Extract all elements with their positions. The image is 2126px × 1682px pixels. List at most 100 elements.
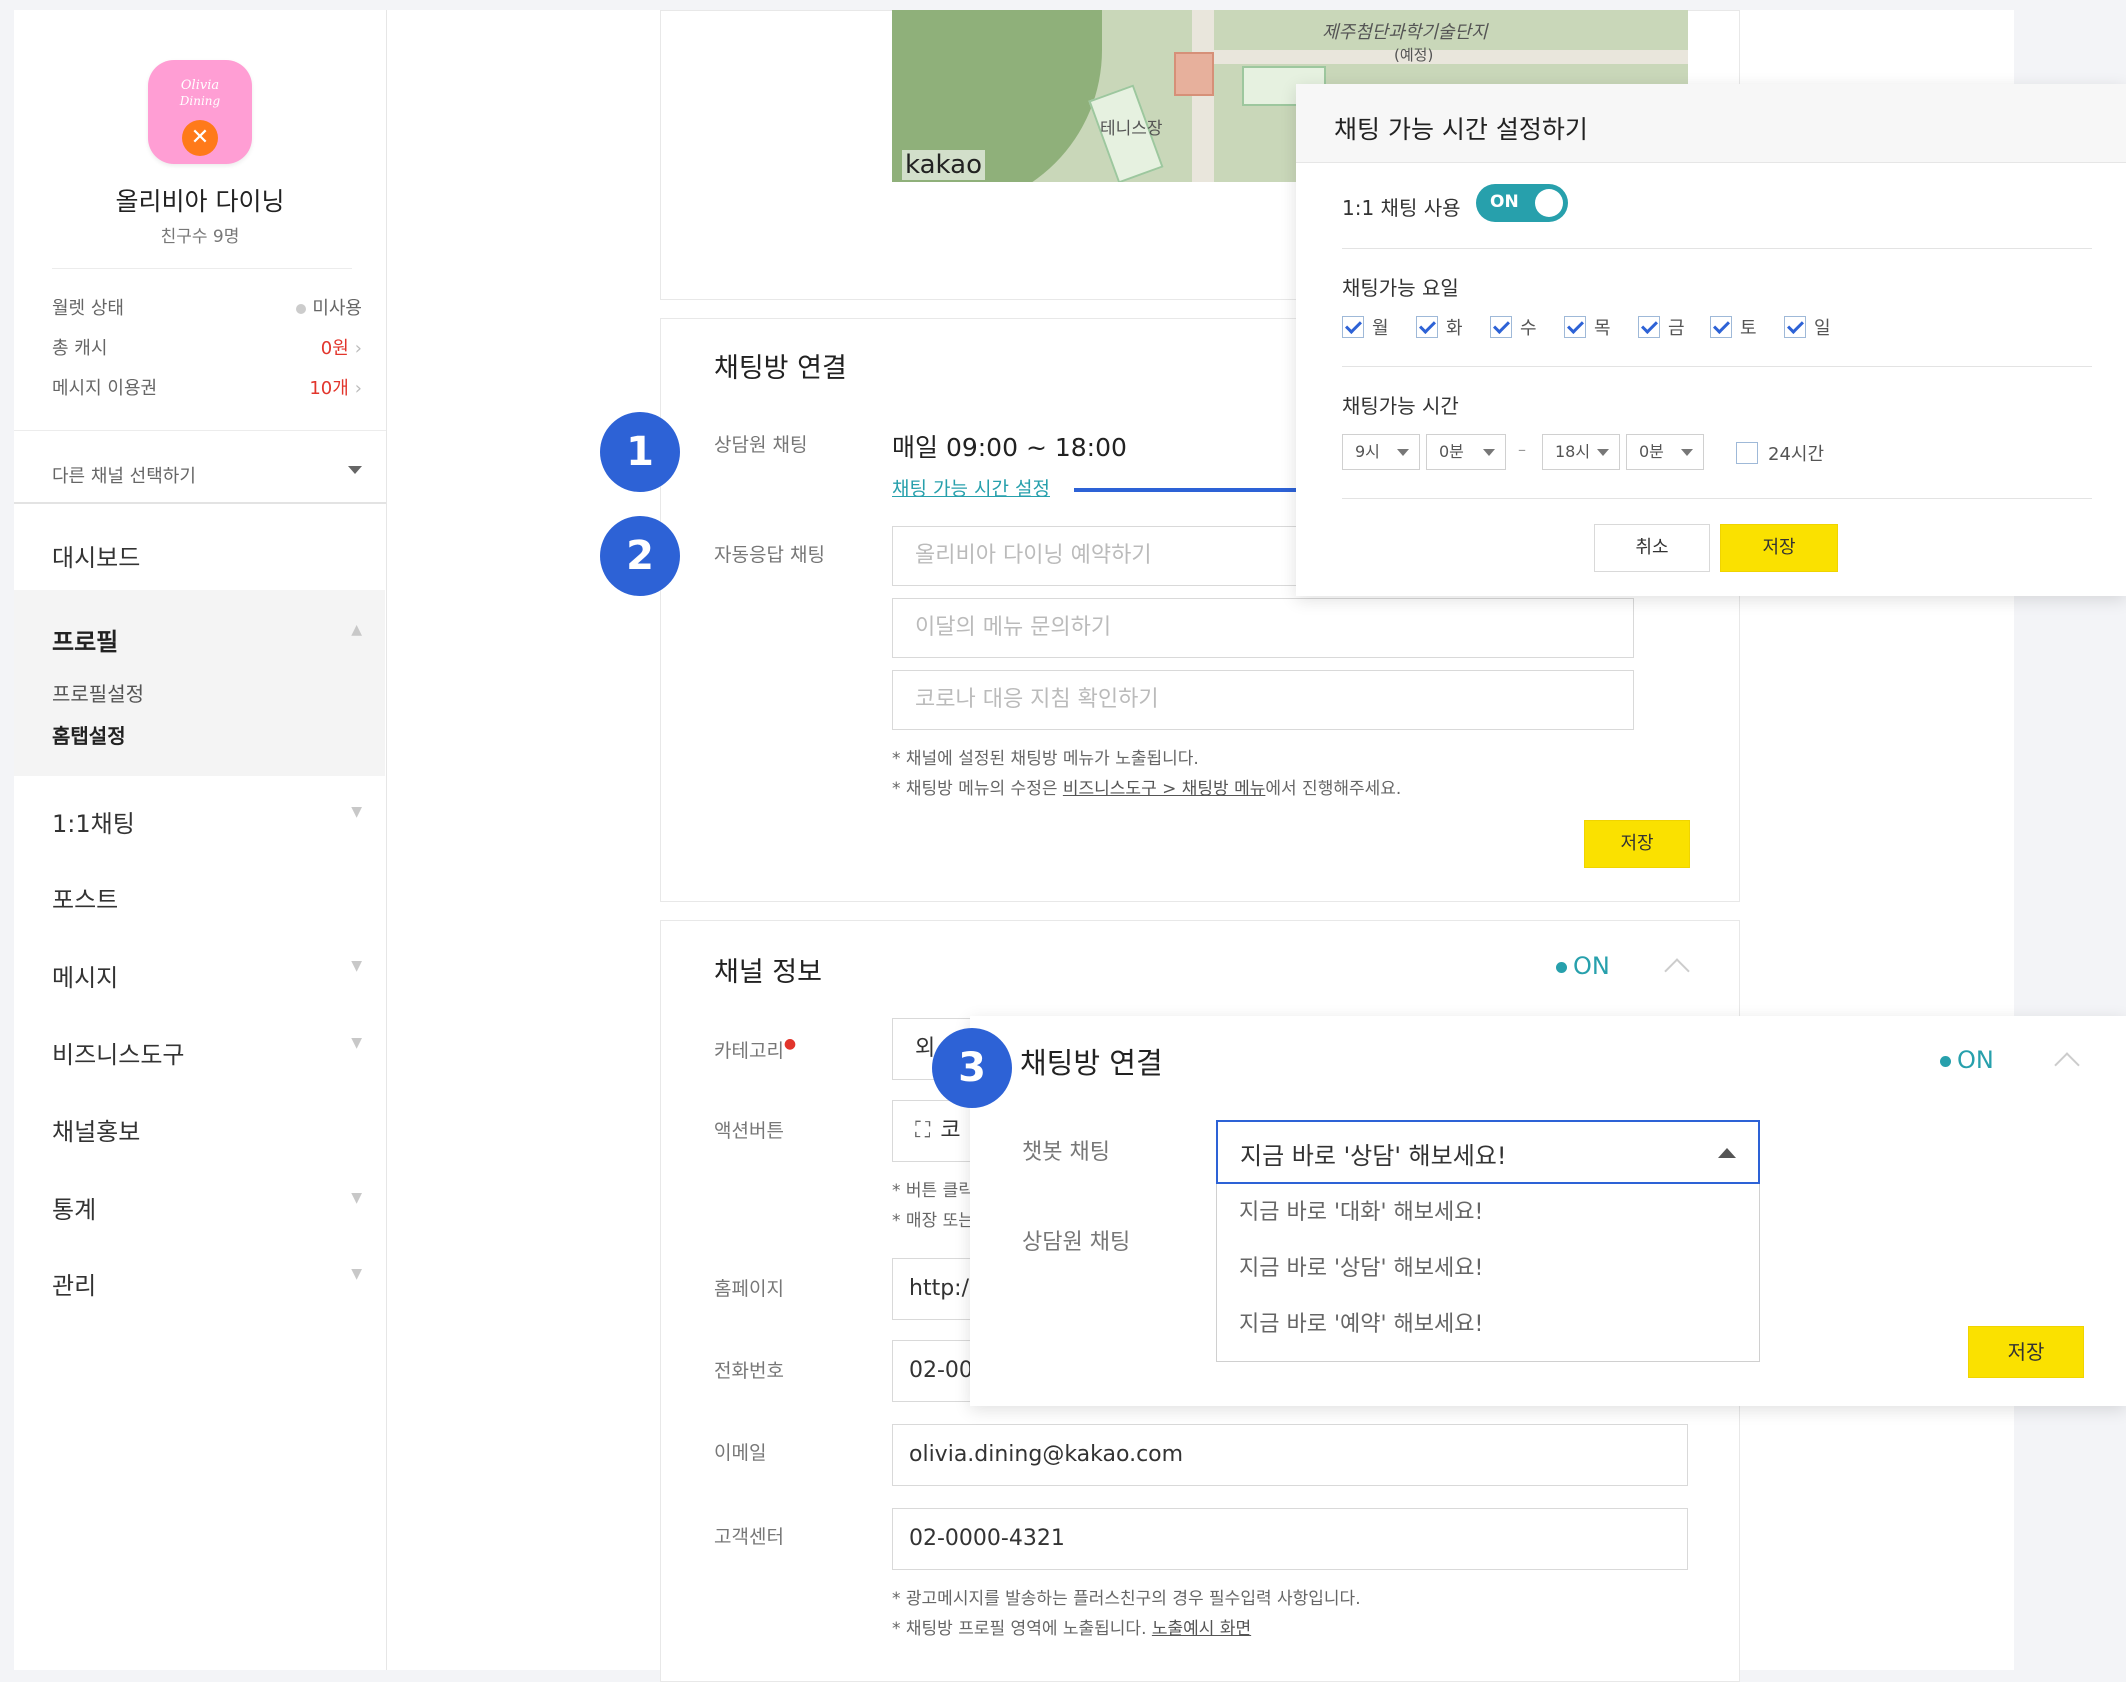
day-checkbox[interactable] (1564, 316, 1586, 338)
step-badge: 3 (932, 1028, 1012, 1108)
nav-chat[interactable]: 1:1채팅 ▼ (52, 804, 362, 839)
end-hour-select[interactable]: 18시 (1542, 434, 1620, 470)
wallet-status: 미사용 (296, 294, 362, 320)
nav-profile-settings[interactable]: 프로필설정 (52, 678, 144, 707)
friend-count: 친구수 9명 (160, 227, 240, 247)
start-hour-select[interactable]: 9시 (1342, 434, 1420, 470)
nav-label: 포스트 (52, 886, 119, 914)
note: * 채팅방 프로필 영역에 노출됩니다. 노출예시 화면 (892, 1614, 1251, 1639)
section-title: 채팅방 연결 (714, 353, 847, 384)
wallet-value: 미사용 (312, 298, 362, 319)
cancel-button[interactable]: 취소 (1594, 524, 1710, 572)
select-value: 0분 (1439, 442, 1464, 461)
day-label: 토 (1740, 318, 1757, 339)
message-credit-label: 메시지 이용권 (52, 378, 158, 399)
day-checkbox[interactable] (1710, 316, 1732, 338)
day-label: 일 (1814, 318, 1831, 339)
nav-label: 비즈니스도구 (52, 1041, 185, 1069)
sidebar: Olivia Dining ✕ 올리비아 다이닝 친구수 9명 월렛 상태 미사… (14, 10, 387, 1670)
cash-row[interactable]: 총 캐시 0원 › (52, 334, 362, 360)
allday-label: 24시간 (1768, 444, 1825, 465)
nav-stats[interactable]: 통계 ▼ (52, 1190, 362, 1225)
select-value: 9시 (1355, 442, 1380, 461)
status-text: ON (1957, 1046, 1994, 1074)
nav-biz-tools[interactable]: 비즈니스도구 ▼ (52, 1035, 362, 1070)
cutlery-icon: ✕ (182, 120, 218, 156)
start-minute-select[interactable]: 0분 (1426, 434, 1506, 470)
save-button[interactable]: 저장 (1720, 524, 1838, 572)
preview-link[interactable]: 노출예시 화면 (1152, 1619, 1251, 1639)
email-label: 이메일 (714, 1442, 767, 1464)
caret-down-icon: ▼ (351, 804, 362, 820)
note: * 광고메시지를 발송하는 플러스친구의 경우 필수입력 사항입니다. (892, 1589, 1361, 1609)
auto-reply-item[interactable]: 이달의 메뉴 문의하기 (892, 598, 1634, 658)
dropdown-list: 지금 바로 '대화' 해보세요! 지금 바로 '상담' 해보세요! 지금 바로 … (1216, 1184, 1760, 1362)
message-credit-value: 10개 (309, 378, 349, 399)
caret-down-icon (1397, 449, 1409, 456)
allday-checkbox[interactable] (1736, 442, 1758, 464)
save-button[interactable]: 저장 (1968, 1326, 2084, 1378)
nav-manage[interactable]: 관리 ▼ (52, 1266, 362, 1301)
phone-label: 전화번호 (714, 1360, 784, 1382)
customer-center-label: 고객센터 (714, 1526, 784, 1548)
caret-up-icon (1718, 1148, 1736, 1158)
caret-down-icon (348, 466, 362, 474)
nav-hometab-settings[interactable]: 홈탭설정 (52, 720, 126, 749)
day-checkbox[interactable] (1416, 316, 1438, 338)
time-label: 채팅가능 시간 (1342, 394, 1459, 418)
action-button-value: 코 (940, 1118, 961, 1143)
dropdown-option[interactable]: 지금 바로 '예약' 해보세요! (1239, 1306, 1483, 1338)
chat-use-toggle[interactable]: ON (1476, 184, 1568, 222)
status-dot-icon (296, 304, 307, 314)
agent-chat-label: 상담원 채팅 (1022, 1230, 1131, 1255)
collapse-icon[interactable] (2054, 1052, 2080, 1078)
customer-center-input[interactable]: 02-0000-4321 (892, 1508, 1688, 1570)
nav-promo[interactable]: 채널홍보 (52, 1112, 362, 1147)
chatbot-label: 챗봇 채팅 (1022, 1140, 1110, 1165)
day-checkbox[interactable] (1784, 316, 1806, 338)
map-label: 테니스장 (1100, 119, 1163, 139)
nav-message[interactable]: 메시지 ▼ (52, 958, 362, 993)
save-button[interactable]: 저장 (1584, 820, 1690, 868)
divider (52, 268, 352, 269)
message-credit-row[interactable]: 메시지 이용권 10개 › (52, 374, 362, 400)
map-label: 제주첨단과학기술단지 (1322, 22, 1488, 43)
nav-profile[interactable]: 프로필 ▲ (52, 622, 362, 657)
popup-title: 채팅 가능 시간 설정하기 (1334, 115, 1588, 144)
map-label: (예정) (1394, 46, 1434, 64)
chatbot-message-select[interactable]: 지금 바로 '상담' 해보세요! (1216, 1120, 1760, 1184)
nav-profile-group: 프로필 ▲ 프로필설정 홈탭설정 (14, 590, 385, 776)
auto-reply-label: 자동응답 채팅 (714, 544, 825, 566)
logo-text: Dining (179, 94, 221, 108)
chat-menu-link[interactable]: 비즈니스도구 > 채팅방 메뉴 (1063, 779, 1266, 799)
cash-value: 0원 (320, 338, 349, 359)
nav-label: 1:1채팅 (52, 810, 135, 838)
caret-down-icon: ▼ (351, 1266, 362, 1282)
chevron-right-icon: › (354, 338, 362, 359)
wallet-label: 월렛 상태 (52, 298, 124, 319)
auto-reply-item[interactable]: 코로나 대응 지침 확인하기 (892, 670, 1634, 730)
day-checkbox[interactable] (1638, 316, 1660, 338)
caret-down-icon: ▼ (351, 958, 362, 974)
email-input[interactable]: olivia.dining@kakao.com (892, 1424, 1688, 1486)
channel-logo: Olivia Dining ✕ (148, 60, 252, 164)
day-checkbox[interactable] (1490, 316, 1512, 338)
toggle-text: ON (1490, 192, 1519, 212)
note-text: * 채팅방 프로필 영역에 노출됩니다. (892, 1619, 1152, 1639)
nav-dashboard[interactable]: 대시보드 (52, 538, 362, 573)
end-minute-select[interactable]: 0분 (1626, 434, 1704, 470)
select-value: 지금 바로 '상담' 해보세요! (1240, 1142, 1507, 1170)
channel-select-dropdown[interactable]: 다른 채널 선택하기 (52, 462, 362, 488)
connector-line (1074, 488, 1322, 492)
hours-setting-link[interactable]: 채팅 가능 시간 설정 (892, 474, 1050, 501)
dropdown-option[interactable]: 지금 바로 '상담' 해보세요! (1239, 1250, 1483, 1282)
note-text: 에서 진행해주세요. (1265, 779, 1402, 799)
day-checkbox[interactable] (1342, 316, 1364, 338)
nav-post[interactable]: 포스트 (52, 880, 362, 915)
chatbot-popup: 채팅방 연결 ON 챗봇 채팅 상담원 채팅 지금 바로 '상담' 해보세요! … (970, 1016, 2126, 1406)
dropdown-option[interactable]: 지금 바로 '대화' 해보세요! (1239, 1194, 1483, 1226)
day-label: 목 (1594, 318, 1611, 339)
caret-down-icon (1483, 449, 1495, 456)
day-label: 수 (1520, 318, 1537, 339)
category-label: 카테고리● (714, 1036, 796, 1063)
